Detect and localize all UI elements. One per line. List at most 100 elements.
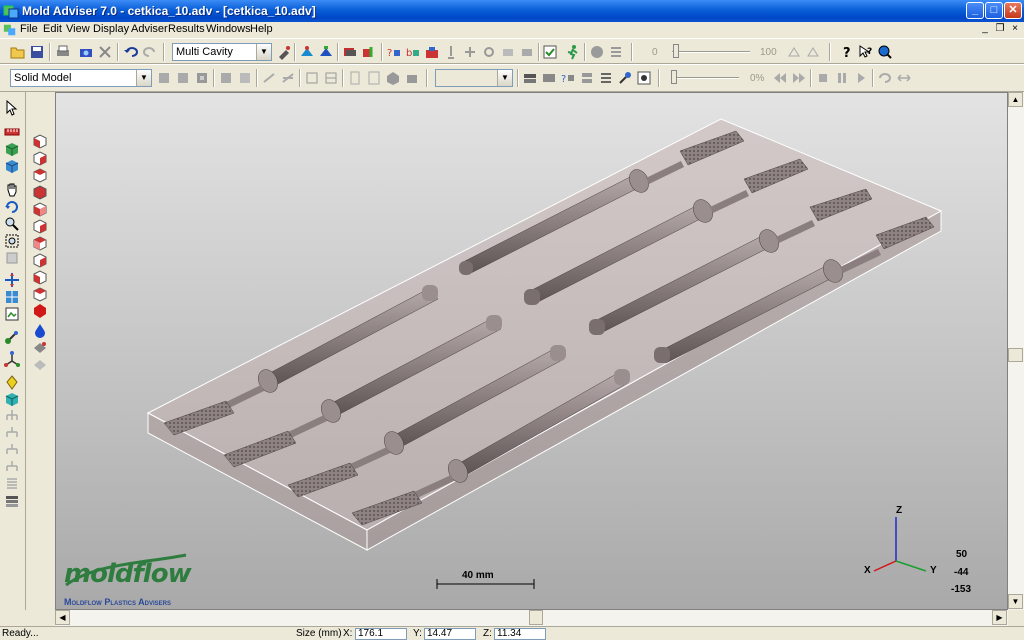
progress-slider[interactable]	[671, 77, 739, 79]
stack-icon[interactable]	[4, 493, 20, 509]
pick-icon[interactable]	[276, 44, 292, 60]
close-button[interactable]: ✕	[1004, 2, 1022, 19]
menu-adviser[interactable]: Adviser	[131, 23, 168, 35]
model-canvas[interactable]	[56, 93, 1008, 610]
iso-view-icon[interactable]	[385, 70, 401, 86]
menu-file[interactable]: File	[20, 23, 38, 35]
plot-props-icon[interactable]: ?	[560, 70, 576, 86]
vertical-scroll-thumb[interactable]	[1008, 348, 1023, 362]
menu-display[interactable]: Display	[93, 23, 129, 35]
stop-icon[interactable]	[815, 70, 831, 86]
filter-icon[interactable]	[608, 44, 624, 60]
cube-cyan-icon[interactable]	[4, 391, 20, 407]
cavity-icon[interactable]	[342, 44, 358, 60]
layers-icon[interactable]	[4, 306, 20, 322]
cube-front-icon[interactable]	[32, 133, 48, 149]
check-icon[interactable]	[542, 44, 558, 60]
deflect-icon[interactable]	[786, 44, 802, 60]
sphere-icon[interactable]	[589, 44, 605, 60]
loop-icon[interactable]	[877, 70, 893, 86]
cube-iso1-icon[interactable]	[32, 235, 48, 251]
cube-iso3-icon[interactable]	[32, 269, 48, 285]
print-icon[interactable]	[55, 44, 71, 60]
model-select[interactable]: Solid Model ▼	[10, 69, 152, 87]
cube-bottom-icon[interactable]	[32, 184, 48, 200]
probe-icon[interactable]	[443, 44, 459, 60]
result-select[interactable]: ▼	[435, 69, 513, 87]
zoom-icon[interactable]	[4, 216, 20, 232]
measure-icon[interactable]	[4, 289, 20, 305]
chevron-down-icon[interactable]: ▼	[497, 70, 512, 86]
camera-icon[interactable]	[78, 44, 94, 60]
drop-icon[interactable]	[32, 323, 48, 339]
menu-windows[interactable]: Windows	[206, 23, 251, 35]
tree-icon[interactable]	[4, 408, 20, 424]
maximize-button[interactable]: □	[985, 2, 1003, 19]
help-icon[interactable]: ?	[839, 44, 855, 60]
mdi-close-button[interactable]: ×	[1008, 23, 1022, 36]
scroll-right-icon[interactable]: ▶	[992, 610, 1007, 625]
pages-icon[interactable]	[366, 70, 382, 86]
animation-slider[interactable]	[672, 51, 750, 53]
play-icon[interactable]	[853, 70, 869, 86]
shade-icon[interactable]	[175, 70, 191, 86]
front-view-icon[interactable]	[304, 70, 320, 86]
rewind-icon[interactable]	[772, 70, 788, 86]
cut-icon[interactable]	[261, 70, 277, 86]
animation-slider-thumb[interactable]	[673, 44, 679, 58]
window-zoom-icon[interactable]	[4, 233, 20, 249]
cube-blue-icon[interactable]	[4, 158, 20, 174]
open-icon[interactable]	[10, 44, 26, 60]
paint-gray-icon[interactable]	[32, 357, 48, 373]
whats-this-icon[interactable]: ?	[858, 44, 874, 60]
gate-icon[interactable]	[361, 44, 377, 60]
delete-icon[interactable]	[97, 44, 113, 60]
undo-icon[interactable]	[123, 44, 139, 60]
plot-icon[interactable]	[541, 70, 557, 86]
ruler-icon[interactable]	[4, 124, 20, 140]
cube-red-icon[interactable]	[32, 303, 48, 319]
menu-edit[interactable]: Edit	[43, 23, 62, 35]
fast-forward-icon[interactable]	[791, 70, 807, 86]
scroll-up-icon[interactable]: ▲	[1008, 92, 1023, 107]
flow-icon[interactable]	[462, 44, 478, 60]
pause-icon[interactable]	[834, 70, 850, 86]
cube-back-icon[interactable]	[32, 150, 48, 166]
zoom-icon[interactable]	[877, 44, 893, 60]
fit-icon[interactable]	[4, 250, 20, 266]
menu-results[interactable]: Results	[168, 23, 205, 35]
tree-icon[interactable]	[4, 425, 20, 441]
rotate-icon[interactable]	[4, 199, 20, 215]
axis-icon[interactable]	[4, 351, 20, 367]
runner-icon[interactable]: ?	[386, 44, 402, 60]
clip-icon[interactable]	[280, 70, 296, 86]
scroll-left-icon[interactable]: ◀	[55, 610, 70, 625]
tree-icon[interactable]	[4, 459, 20, 475]
box-view-icon[interactable]	[404, 70, 420, 86]
probe-result-icon[interactable]	[617, 70, 633, 86]
node-icon[interactable]	[481, 44, 497, 60]
cube-iso2-icon[interactable]	[32, 252, 48, 268]
menu-view[interactable]: View	[66, 23, 90, 35]
mdi-restore-button[interactable]: ❐	[993, 23, 1007, 36]
vertical-scrollbar[interactable]: ▲ ▼	[1008, 92, 1024, 610]
shade-solid-icon[interactable]	[194, 70, 210, 86]
locate-icon[interactable]	[4, 374, 20, 390]
horizontal-scrollbar[interactable]: ◀ ▶	[55, 610, 1008, 626]
paint-icon[interactable]	[32, 340, 48, 356]
shrink-icon[interactable]	[500, 44, 516, 60]
list-icon[interactable]	[4, 476, 20, 492]
cavity-select[interactable]: Multi Cavity ▼	[172, 43, 272, 61]
mesh-icon[interactable]	[318, 44, 334, 60]
scroll-down-icon[interactable]: ▼	[1008, 594, 1023, 609]
redo-icon[interactable]	[142, 44, 158, 60]
wire-icon[interactable]	[218, 70, 234, 86]
progress-slider-thumb[interactable]	[671, 70, 677, 84]
menu-help[interactable]: Help	[250, 23, 273, 35]
import-icon[interactable]	[299, 44, 315, 60]
cooling-icon[interactable]: b	[405, 44, 421, 60]
select-icon[interactable]	[4, 100, 20, 116]
scale-icon[interactable]	[805, 44, 821, 60]
legend-icon[interactable]	[598, 70, 614, 86]
transparent-icon[interactable]	[237, 70, 253, 86]
